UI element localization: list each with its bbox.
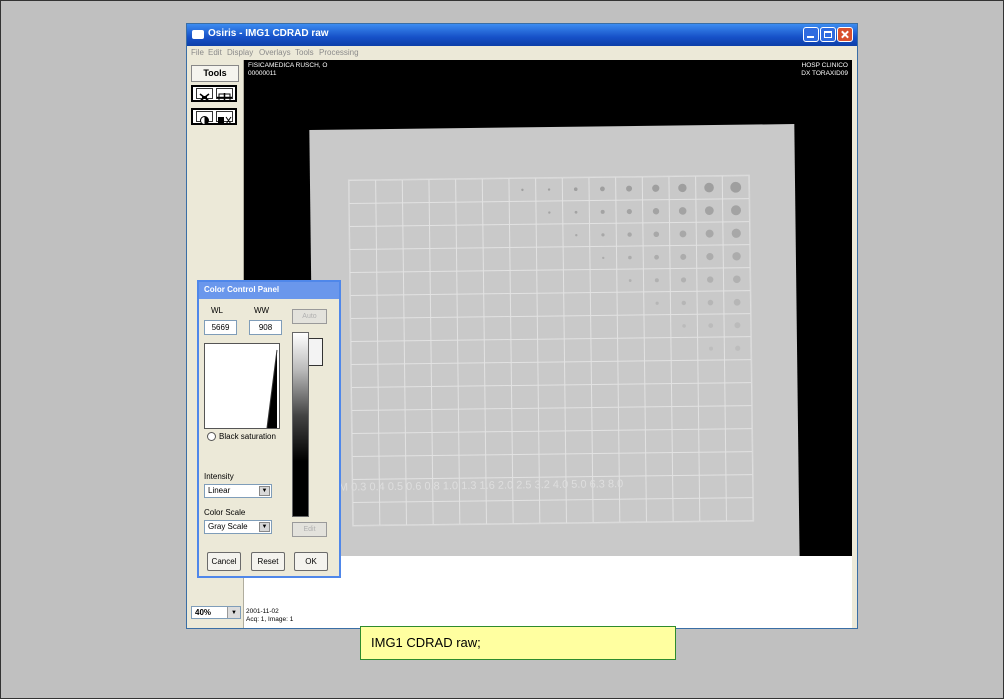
title-bar[interactable]: Osiris - IMG1 CDRAD raw	[187, 24, 857, 46]
wl-input[interactable]: 5669	[204, 320, 237, 335]
black-saturation-radio[interactable]	[207, 432, 216, 441]
maximize-button[interactable]	[820, 27, 836, 42]
caption-box: IMG1 CDRAD raw;	[360, 626, 676, 660]
overlay-patient: FISICAMEDICA RUSCH, O 00000011	[248, 62, 327, 78]
grayscale-bar	[292, 332, 309, 517]
window-title: Osiris - IMG1 CDRAD raw	[208, 28, 329, 39]
zoom-fit-icon[interactable]	[196, 88, 213, 102]
contrast-tool-group	[191, 108, 237, 125]
phantom-grid-area	[347, 174, 755, 527]
ww-label: WW	[254, 306, 270, 315]
tools-button[interactable]: Tools	[191, 65, 239, 82]
patient-id: 00000011	[248, 70, 277, 77]
intensity-label: Intensity	[204, 472, 234, 481]
patient-name: FISICAMEDICA RUSCH, O	[248, 62, 328, 69]
ok-button[interactable]: OK	[294, 552, 328, 571]
window-slider[interactable]	[309, 338, 323, 366]
phantom-grid	[348, 175, 754, 526]
menu-edit[interactable]: Edit	[208, 48, 222, 57]
color-map-icon[interactable]	[216, 111, 233, 125]
zoom-select[interactable]: 40% ▼	[191, 606, 241, 619]
color-scale-label: Color Scale	[204, 508, 246, 517]
app-icon	[192, 30, 204, 39]
zoom-full-icon[interactable]	[216, 88, 233, 102]
chevron-down-icon[interactable]: ▼	[259, 522, 270, 532]
chevron-down-icon[interactable]: ▼	[227, 607, 240, 618]
menu-file[interactable]: File	[191, 48, 204, 57]
zoom-value: 40%	[195, 608, 212, 617]
chevron-down-icon[interactable]: ▼	[259, 486, 270, 496]
panel-title: Color Control Panel	[204, 285, 280, 294]
acquisition-date: 2001-11-02	[246, 608, 279, 615]
wl-label: WL	[211, 306, 223, 315]
cancel-button[interactable]: Cancel	[207, 552, 241, 571]
menu-processing[interactable]: Processing	[319, 48, 359, 57]
auto-button[interactable]: Auto	[292, 309, 327, 324]
menu-overlays[interactable]: Overlays	[259, 48, 291, 57]
device-name: DX TORAXID09	[801, 70, 848, 77]
minimize-button[interactable]	[803, 27, 819, 42]
panel-title-bar[interactable]: Color Control Panel	[199, 282, 339, 299]
ww-input[interactable]: 908	[249, 320, 282, 335]
lut-preview	[204, 343, 280, 429]
contrast-icon[interactable]	[196, 111, 213, 125]
black-saturation-label: Black saturation	[219, 432, 276, 441]
zoom-tool-group	[191, 85, 237, 102]
menu-bar: File Edit Display Overlays Tools Process…	[187, 46, 857, 60]
intensity-select[interactable]: Linear ▼	[204, 484, 272, 498]
color-scale-select[interactable]: Gray Scale ▼	[204, 520, 272, 534]
color-scale-value: Gray Scale	[208, 522, 248, 531]
series-image: Acq: 1, Image: 1	[246, 616, 294, 623]
overlay-institution: HOSP CLINICO DX TORAXID09	[801, 62, 848, 78]
menu-display[interactable]: Display	[227, 48, 253, 57]
close-button[interactable]	[837, 27, 853, 42]
color-control-panel: Color Control Panel WL WW 5669 908 Black…	[197, 280, 341, 578]
edit-button[interactable]: Edit	[292, 522, 327, 537]
intensity-value: Linear	[208, 486, 231, 495]
reset-button[interactable]: Reset	[251, 552, 285, 571]
menu-tools[interactable]: Tools	[295, 48, 314, 57]
cdrad-phantom-image: MM 0.3 0.4 0.5 0.6 0.8 1.0 1.3 1.6 2.0 2…	[309, 124, 800, 556]
image-info: 2001-11-02 Acq: 1, Image: 1	[246, 608, 293, 624]
institution-name: HOSP CLINICO	[801, 62, 848, 69]
